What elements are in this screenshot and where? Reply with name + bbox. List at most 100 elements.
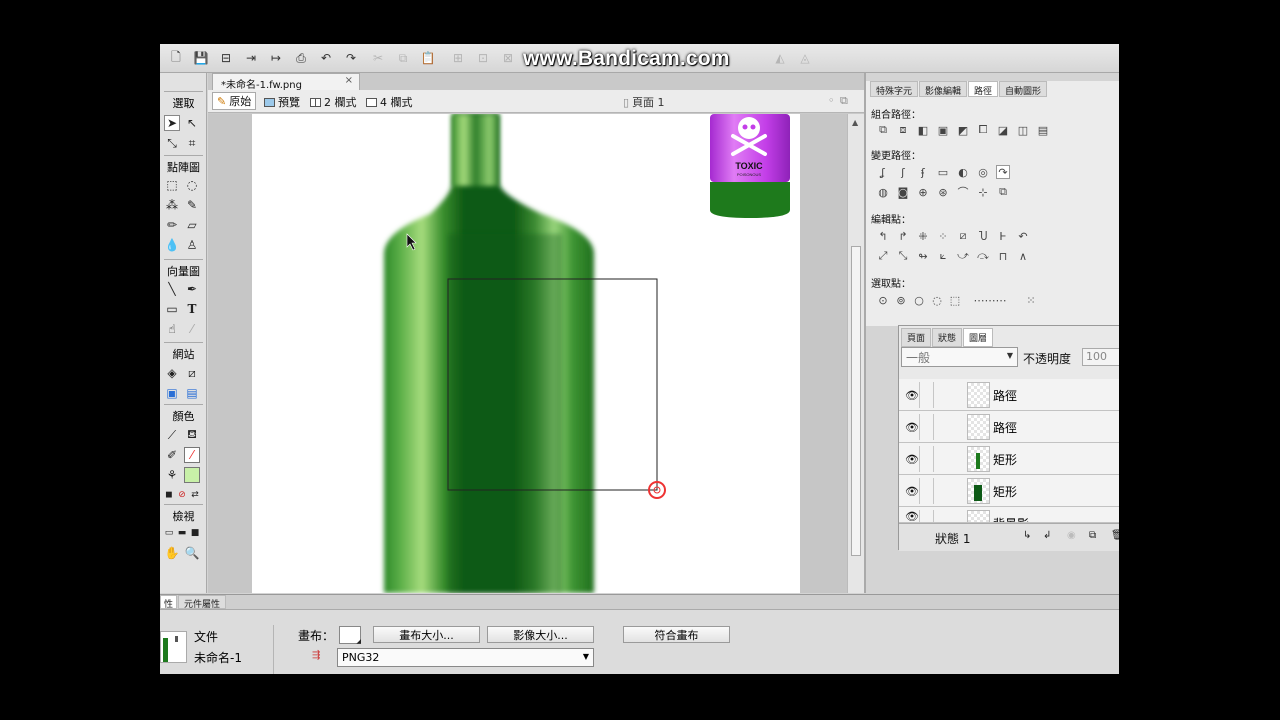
document-tab[interactable]: *未命名-1.fw.png × [212,73,360,91]
layer-row[interactable]: 👁 背景影 [899,507,1119,523]
crop-tool-icon[interactable]: ⌗ [184,135,200,151]
point-add-icon[interactable]: ⁘ [936,229,950,243]
page-selector[interactable]: ▯ 頁面 1 [623,94,665,110]
point-straight-icon[interactable]: ⁜ [916,229,930,243]
join-paths-icon[interactable]: ⊕ [916,185,930,199]
redo-icon[interactable]: ↷ [343,50,359,66]
visibility-eye-icon[interactable]: 👁 [905,389,919,402]
copy-icon[interactable]: ⧉ [395,50,411,66]
select-corners-icon[interactable]: ⁙ [1024,293,1038,307]
pointer-tool-icon[interactable]: ➤ [164,115,180,131]
visibility-eye-icon[interactable]: 👁 [905,510,919,522]
blend-mode-select[interactable]: 一般 ▼ [901,347,1018,367]
stroke-color-icon[interactable]: ✐ [164,447,180,463]
point-d-icon[interactable]: ⟀ [936,249,950,263]
lock-column[interactable] [919,414,934,440]
convert-icon[interactable]: ◙ [896,185,910,199]
tab-layers[interactable]: 圖層 [963,328,994,347]
point-corner-icon[interactable]: Ⱶ [996,229,1010,243]
reverse-path-icon[interactable]: ◎ [976,165,990,179]
point-c-icon[interactable]: ↬ [916,249,930,263]
tab-symbol-properties[interactable]: 元件屬性 [178,595,227,610]
rotate-icon[interactable]: ◭ [772,50,788,66]
sphere-icon[interactable]: ⊛ [936,185,950,199]
point-b-icon[interactable]: ⤡ [896,249,910,263]
select-bounds-icon[interactable]: ⬚ [948,293,962,307]
simplify-icon[interactable]: ʆ [876,165,890,179]
group-icon[interactable]: ⊞ [450,50,466,66]
layer-row[interactable]: 👁 矩形 [899,475,1119,507]
crop-path-icon[interactable]: ▣ [936,123,950,137]
slice-tool-icon[interactable]: ⧄ [184,365,200,381]
add-mask-icon[interactable]: ◉ [1067,530,1076,541]
print-icon[interactable]: ⎙ [293,50,309,66]
split-icon[interactable]: ⧠ [976,123,990,137]
zoom-tool-icon[interactable]: 🔍 [184,545,200,561]
lock-column[interactable] [919,478,934,504]
new-sub-layer-icon[interactable]: ↳ [1023,530,1031,541]
delete-layer-icon[interactable]: 🗑 [1111,530,1119,541]
tab-image-edit[interactable]: 影像編輯 [919,81,968,97]
hotspot-tool-icon[interactable]: ◈ [164,365,180,381]
hand-tool-icon[interactable]: ✋ [164,545,180,561]
open-icon[interactable]: ⊟ [218,50,234,66]
align-icon[interactable]: ⊠ [500,50,516,66]
divide-icon[interactable]: ▤ [1036,123,1050,137]
scrollbar-thumb[interactable] [851,246,861,556]
layer-row[interactable]: 👁 路徑 [899,411,1119,443]
tab-pages[interactable]: 頁面 [901,328,932,347]
visibility-eye-icon[interactable]: 👁 [905,485,919,498]
fill-color-icon[interactable]: ⚘ [164,467,180,483]
exclude-icon[interactable]: ◪ [996,123,1010,137]
select-invert-icon[interactable]: ◌ [930,293,944,307]
eraser-tool-icon[interactable]: ▱ [184,217,200,233]
ungroup-icon[interactable]: ⊡ [475,50,491,66]
swap-colors-icon[interactable]: ⇄ [187,487,203,503]
save-icon[interactable]: 💾 [193,50,209,66]
visibility-eye-icon[interactable]: 👁 [905,421,919,434]
lock-column[interactable] [919,446,934,472]
inset-path-icon[interactable]: ◐ [956,165,970,179]
bounds-icon[interactable]: ⊹ [976,185,990,199]
full-screen-icon[interactable]: ■ [187,525,203,541]
select-prev-point-icon[interactable]: ○ [912,293,926,307]
point-round-icon[interactable]: ↶ [1016,229,1030,243]
export-icon[interactable]: ↦ [268,50,284,66]
scale-tool-icon[interactable]: ⤡ [164,135,180,151]
layer-row[interactable]: 👁 矩形 [899,443,1119,475]
copy-path-icon[interactable]: ⧉ [996,185,1010,199]
green-bottle[interactable] [384,114,594,593]
point-curve-icon[interactable]: ↱ [896,229,910,243]
select-next-point-icon[interactable]: ⊚ [894,293,908,307]
show-slices-icon[interactable]: ▤ [184,385,200,401]
canvas-color-swatch[interactable]: ◢ [339,626,361,645]
undo-icon[interactable]: ↶ [318,50,334,66]
toxic-bottle[interactable]: TOXIC POISONOUS [710,114,790,218]
canvas-area[interactable]: TOXIC POISONOUS [208,114,847,593]
image-size-button[interactable]: 影像大小... [487,626,594,643]
tab-path[interactable]: 路徑 [968,81,999,97]
brush-tool-icon[interactable]: ✎ [184,197,200,213]
point-h-icon[interactable]: ∧ [1016,249,1030,263]
lasso-tool-icon[interactable]: ◌ [184,177,200,193]
point-distribution-icon[interactable]: ⋯⋯⋯ [968,293,1012,307]
text-tool-icon[interactable]: T [184,301,200,317]
canvas-vertical-scrollbar[interactable]: ▲ [847,114,864,593]
point-split-icon[interactable]: Ⴎ [976,229,990,243]
page-dropdown-arrow-icon[interactable]: ◦ [828,94,835,107]
original-view-button[interactable]: ✎ 原始 [212,92,257,110]
import-icon[interactable]: ⇥ [243,50,259,66]
stamp-tool-icon[interactable]: ♙ [184,237,200,253]
stroke-color-swatch[interactable]: ⁄ [184,447,200,463]
export-format-select[interactable]: PNG32 ▼ [337,648,594,667]
tab-properties[interactable]: 性 [160,595,178,610]
duplicate-layer-icon[interactable]: ⧉ [1089,530,1096,541]
hide-slices-icon[interactable]: ▣ [164,385,180,401]
fit-canvas-button[interactable]: 符合畫布 [623,626,730,643]
point-up-icon[interactable]: ↰ [876,229,890,243]
freeform-tool-icon[interactable]: ☝ [164,321,180,337]
lock-column[interactable] [919,382,934,408]
document-canvas[interactable]: TOXIC POISONOUS [252,114,800,593]
line-tool-icon[interactable]: ╲ [164,281,180,297]
point-g-icon[interactable]: ⊓ [996,249,1010,263]
